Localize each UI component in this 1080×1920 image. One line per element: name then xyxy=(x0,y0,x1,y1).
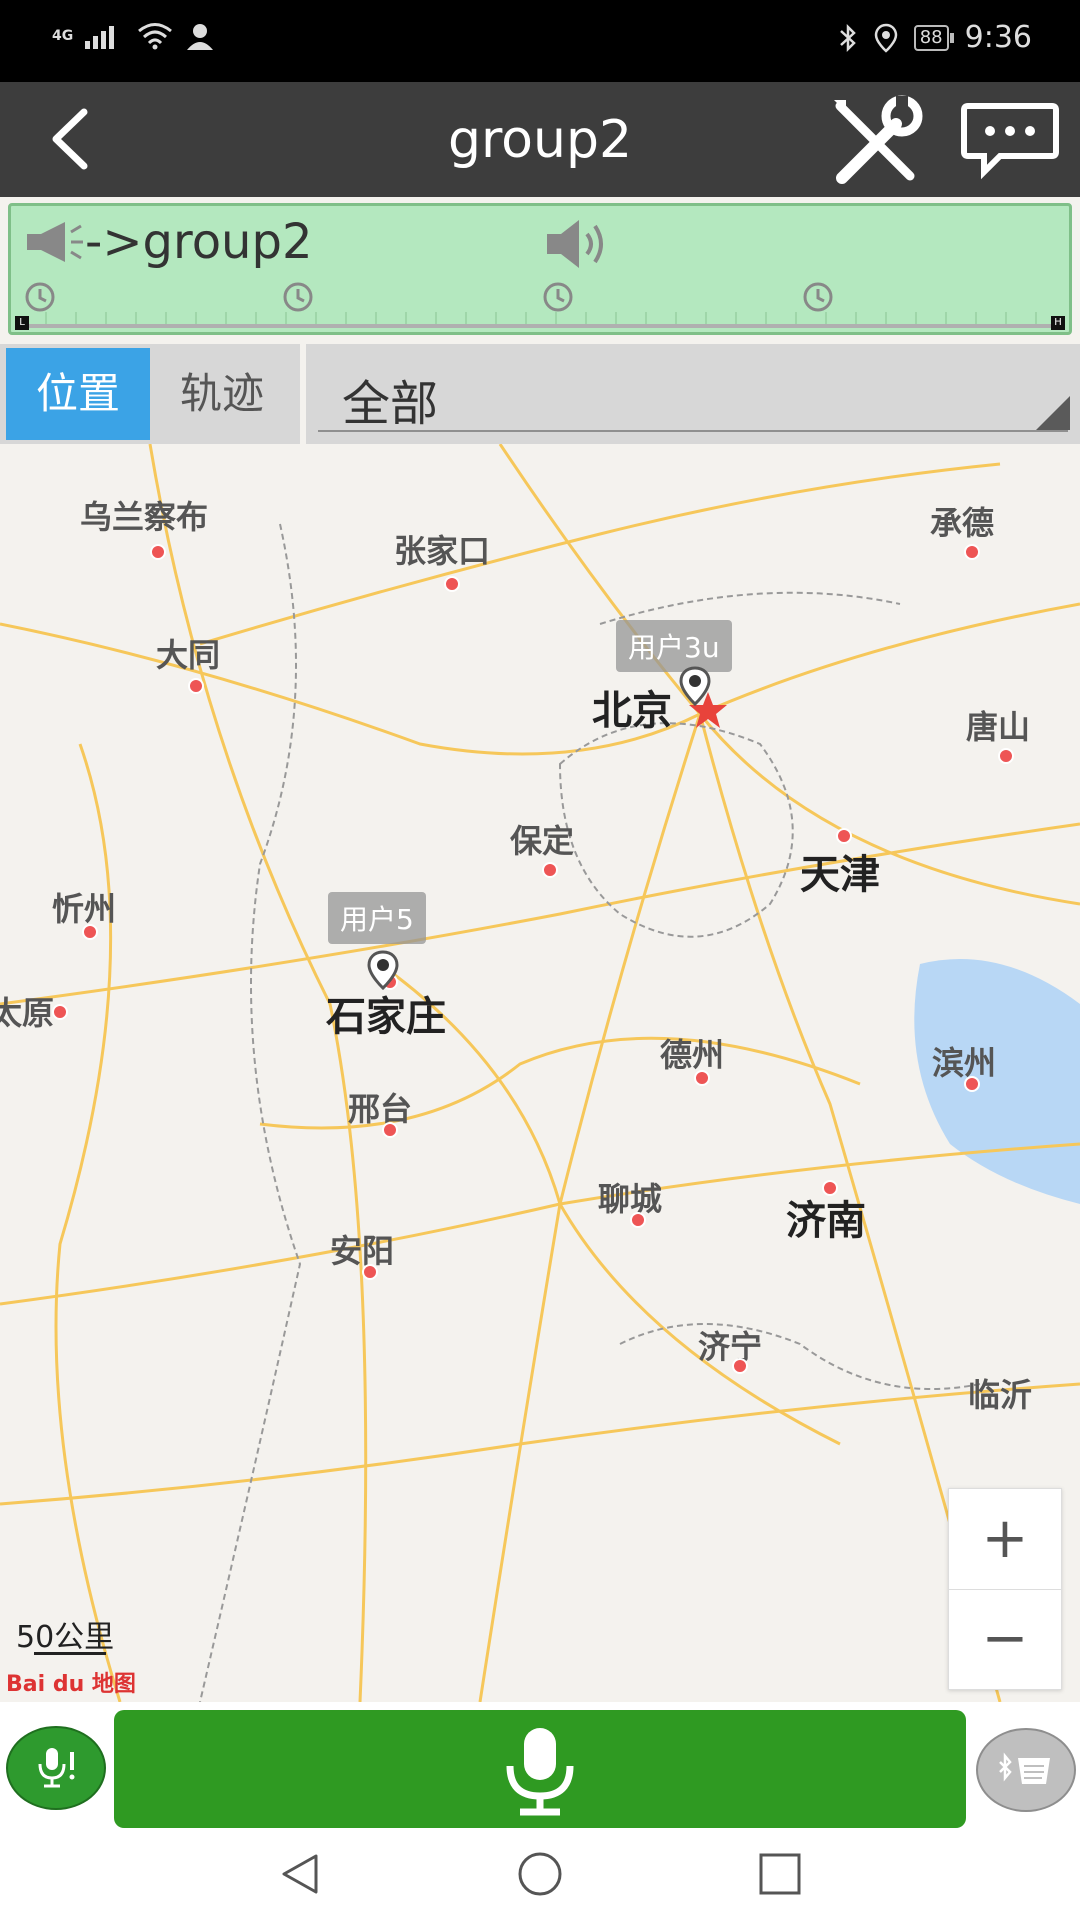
ptt-status-panel[interactable]: ->group2 L H xyxy=(8,203,1072,335)
microphone-icon xyxy=(506,1728,574,1816)
user-location-pin-icon[interactable] xyxy=(366,950,400,990)
settings-tools-icon[interactable] xyxy=(826,92,926,187)
timeline-end-marker: H xyxy=(1051,316,1065,330)
dropdown-arrow-icon xyxy=(1036,396,1070,430)
map-city-label: 济宁 xyxy=(698,1328,763,1366)
system-nav-bar xyxy=(0,1828,1080,1920)
bottom-action-bar xyxy=(0,1702,1080,1828)
tab-track[interactable]: 轨迹 xyxy=(150,348,294,440)
city-marker xyxy=(52,1004,68,1020)
city-marker xyxy=(694,1070,710,1086)
history-icon xyxy=(543,282,573,312)
city-marker xyxy=(732,1358,748,1374)
history-icon xyxy=(803,282,833,312)
map-city-label: 承德 xyxy=(930,504,995,542)
member-filter-dropdown[interactable]: 全部 xyxy=(306,344,1080,444)
ptt-target-label: ->group2 xyxy=(85,214,313,270)
map-scale-label: 50公里 xyxy=(16,1620,115,1655)
zoom-controls: + − xyxy=(948,1488,1062,1690)
zoom-in-button[interactable]: + xyxy=(949,1489,1061,1590)
city-marker xyxy=(188,678,204,694)
wifi-icon xyxy=(138,23,173,50)
push-to-talk-button[interactable] xyxy=(114,1710,966,1828)
map-city-label: 邢台 xyxy=(348,1090,413,1128)
clock: 9:36 xyxy=(964,20,1032,55)
history-icon xyxy=(25,282,55,312)
mic-alert-icon xyxy=(38,1748,75,1788)
city-marker xyxy=(836,828,852,844)
tab-position[interactable]: 位置 xyxy=(6,348,150,440)
user-location-pin-icon[interactable] xyxy=(678,666,712,706)
city-marker xyxy=(150,544,166,560)
map-city-label: 太原 xyxy=(0,994,55,1032)
nav-recents-icon[interactable] xyxy=(756,1850,804,1898)
baidu-logo-text: Bai du 地图 xyxy=(6,1672,136,1697)
filter-underline xyxy=(318,430,1068,432)
city-marker xyxy=(444,576,460,592)
map-city-label: 乌兰察布 xyxy=(80,498,209,536)
signal-icon xyxy=(85,26,115,49)
map-city-label: 保定 xyxy=(510,822,575,860)
map-scale-bar xyxy=(34,1652,106,1655)
user-icon xyxy=(187,24,214,50)
timeline-bar[interactable] xyxy=(17,312,1063,328)
city-marker xyxy=(964,1076,980,1092)
map-city-label: 德州 xyxy=(660,1036,725,1074)
nav-home-icon[interactable] xyxy=(516,1850,564,1898)
map-city-label: 安阳 xyxy=(330,1232,395,1270)
city-marker xyxy=(362,1264,378,1280)
map-city-label: 大同 xyxy=(156,636,221,674)
city-marker xyxy=(630,1212,646,1228)
city-marker xyxy=(82,924,98,940)
speaker-icon xyxy=(547,220,603,268)
map-city-label: 济南 xyxy=(786,1198,866,1244)
bluetooth-device-button[interactable] xyxy=(976,1728,1076,1812)
map-city-label: 石家庄 xyxy=(326,994,446,1040)
user-label-tag[interactable]: 用户5 xyxy=(328,892,426,944)
map-view[interactable]: 乌兰察布 张家口 承德 大同 北京 唐山 保定 天津 忻州 太原 石家庄 德州 … xyxy=(0,444,1080,1702)
bluetooth-icon xyxy=(839,23,856,52)
megaphone-icon xyxy=(27,222,83,262)
battery-icon: 88 xyxy=(913,24,954,51)
chat-icon[interactable] xyxy=(960,100,1060,180)
filter-selected-value: 全部 xyxy=(342,376,439,432)
map-city-label: 滨州 xyxy=(932,1044,997,1082)
title-bar: group2 xyxy=(0,82,1080,197)
map-city-label: 张家口 xyxy=(394,532,491,570)
nav-back-icon[interactable] xyxy=(276,1850,324,1898)
bluetooth-headset-icon xyxy=(999,1752,1050,1784)
location-icon xyxy=(874,23,897,53)
city-marker xyxy=(382,1122,398,1138)
network-type: 4G xyxy=(52,28,74,44)
history-icon xyxy=(283,282,313,312)
map-city-label: 聊城 xyxy=(598,1180,663,1218)
baidu-map-logo: Bai du 地图 xyxy=(6,1666,136,1698)
view-tabs: 位置 轨迹 xyxy=(0,344,300,444)
mic-alert-button[interactable] xyxy=(6,1726,106,1810)
city-marker xyxy=(822,1180,838,1196)
status-bar: 4G 88 9:36 xyxy=(0,0,1080,82)
city-marker xyxy=(964,544,980,560)
user-label-tag[interactable]: 用户3u xyxy=(616,620,732,672)
city-marker xyxy=(998,748,1014,764)
map-city-label: 临沂 xyxy=(968,1376,1033,1414)
zoom-out-button[interactable]: − xyxy=(949,1589,1061,1689)
city-marker xyxy=(542,862,558,878)
timeline-start-marker: L xyxy=(15,316,29,330)
map-city-label: 忻州 xyxy=(52,890,117,928)
map-city-label: 北京 xyxy=(592,688,672,734)
map-city-label: 天津 xyxy=(800,852,880,898)
map-city-label: 唐山 xyxy=(966,708,1031,746)
